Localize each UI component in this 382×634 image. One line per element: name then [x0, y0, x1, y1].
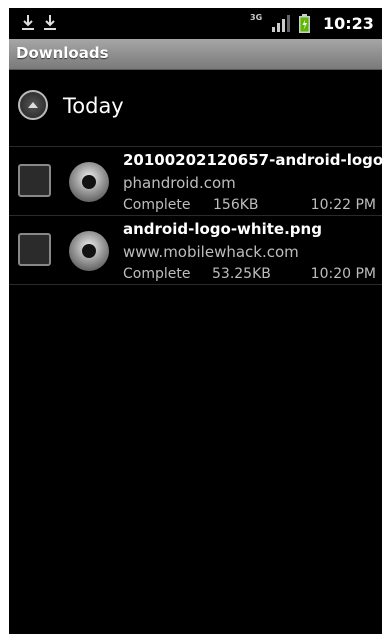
- download-size: 53.25KB: [212, 266, 271, 282]
- select-checkbox[interactable]: [18, 164, 51, 197]
- file-icon: [69, 162, 109, 202]
- download-row[interactable]: android-logo-white.png www.mobilewhack.c…: [9, 216, 382, 285]
- network-3g-icon: 3G: [250, 13, 263, 22]
- phone-screen: 3G 10:23 Downloads Today 20100202120657-…: [9, 8, 382, 634]
- download-icon[interactable]: [42, 13, 58, 31]
- download-status: Complete: [123, 266, 191, 282]
- download-time: 10:22 PM: [310, 197, 376, 213]
- download-icon[interactable]: [20, 13, 36, 31]
- select-checkbox[interactable]: [18, 233, 51, 266]
- status-bar: 3G 10:23: [9, 8, 382, 39]
- file-icon: [69, 231, 109, 271]
- download-status: Complete: [123, 197, 191, 213]
- download-size: 156KB: [213, 197, 259, 213]
- battery-icon: [299, 14, 310, 33]
- page-title: Downloads: [16, 44, 109, 62]
- download-time: 10:20 PM: [310, 266, 376, 282]
- title-bar: Downloads: [9, 39, 382, 70]
- download-row[interactable]: 20100202120657-android-logo. phandroid.c…: [9, 147, 382, 216]
- divider: [9, 284, 382, 285]
- download-title: android-logo-white.png: [123, 220, 322, 238]
- status-time: 10:23: [323, 14, 374, 33]
- collapse-arrow-icon[interactable]: [18, 90, 48, 120]
- signal-icon: [272, 15, 292, 32]
- group-label: Today: [63, 94, 124, 118]
- download-title: 20100202120657-android-logo.: [123, 151, 382, 169]
- date-group-header[interactable]: Today: [9, 80, 382, 132]
- download-source: www.mobilewhack.com: [123, 243, 299, 261]
- download-source: phandroid.com: [123, 174, 236, 192]
